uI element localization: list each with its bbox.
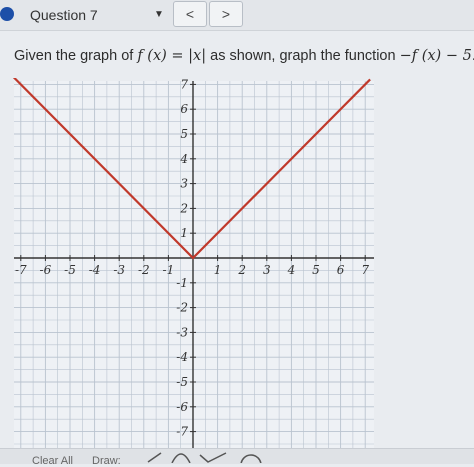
x-tick-label: -7	[15, 263, 27, 277]
parabola-tool-icon[interactable]	[170, 451, 192, 463]
question-dropdown-icon[interactable]: ▼	[154, 9, 164, 20]
graph-toolbar: Clear All Draw:	[0, 448, 474, 467]
y-tick-label: 7	[180, 78, 188, 91]
y-tick-label: 6	[180, 102, 188, 116]
chevron-right-icon: >	[221, 6, 231, 22]
x-tick-label: -4	[89, 263, 101, 277]
y-tick-label: -3	[176, 325, 188, 339]
x-tick-label: 3	[263, 263, 271, 277]
circle-tool-icon[interactable]	[236, 451, 266, 463]
question-header: Question 7 ▼ < >	[0, 0, 474, 31]
question-label: Question 7	[30, 7, 98, 23]
x-tick-label: 5	[312, 263, 320, 277]
y-tick-label: -7	[176, 425, 188, 439]
y-tick-label: 4	[179, 152, 188, 166]
x-tick-label: -6	[40, 263, 52, 277]
prompt-text-1: Given the graph of	[14, 48, 138, 64]
y-tick-label: -6	[176, 400, 188, 414]
x-tick-label: -3	[113, 263, 125, 277]
x-tick-label: 2	[237, 263, 246, 277]
next-question-button[interactable]: >	[209, 1, 243, 27]
prev-question-button[interactable]: <	[173, 1, 207, 27]
x-tick-label: -1	[163, 263, 175, 277]
x-tick-label: -2	[138, 263, 150, 277]
x-tick-label: 1	[214, 263, 222, 277]
question-status-dot-icon	[0, 7, 14, 21]
coordinate-graph[interactable]: -7 -6 -5 -4 -3 -2 -1 1 2 3 4 5 6 7 7 6 5 4 3 2 1 -1 -2 -3 -4 -5 -6…	[0, 73, 474, 448]
prompt-math-g: −f (x) − 5.	[399, 48, 474, 64]
y-tick-label: -5	[176, 375, 188, 389]
y-tick-label: -4	[176, 350, 188, 364]
x-tick-label: 7	[361, 263, 369, 277]
check-tool-icon[interactable]	[198, 451, 228, 463]
x-tick-label: 6	[337, 263, 345, 277]
graph-area[interactable]: -7 -6 -5 -4 -3 -2 -1 1 2 3 4 5 6 7 7 6 5 4 3 2 1 -1 -2 -3 -4 -5 -6…	[0, 73, 474, 448]
y-tick-label: 3	[180, 177, 188, 191]
question-prompt: Given the graph of f (x) = |x| as shown,…	[14, 48, 474, 64]
clear-all-button[interactable]: Clear All	[32, 455, 73, 467]
y-tick-label: 1	[180, 226, 188, 240]
x-tick-label: -5	[64, 263, 76, 277]
prompt-text-2: as shown, graph the function	[206, 48, 400, 64]
draw-label: Draw:	[92, 455, 121, 467]
y-tick-label: 2	[179, 201, 188, 215]
y-tick-label: -2	[176, 301, 188, 315]
y-tick-label: -1	[176, 276, 188, 290]
x-tick-label: 4	[287, 263, 296, 277]
y-tick-label: 5	[180, 127, 188, 141]
line-tool-icon[interactable]	[146, 451, 164, 463]
prompt-math-f: f (x) = |x|	[137, 48, 207, 64]
chevron-left-icon: <	[185, 6, 195, 22]
